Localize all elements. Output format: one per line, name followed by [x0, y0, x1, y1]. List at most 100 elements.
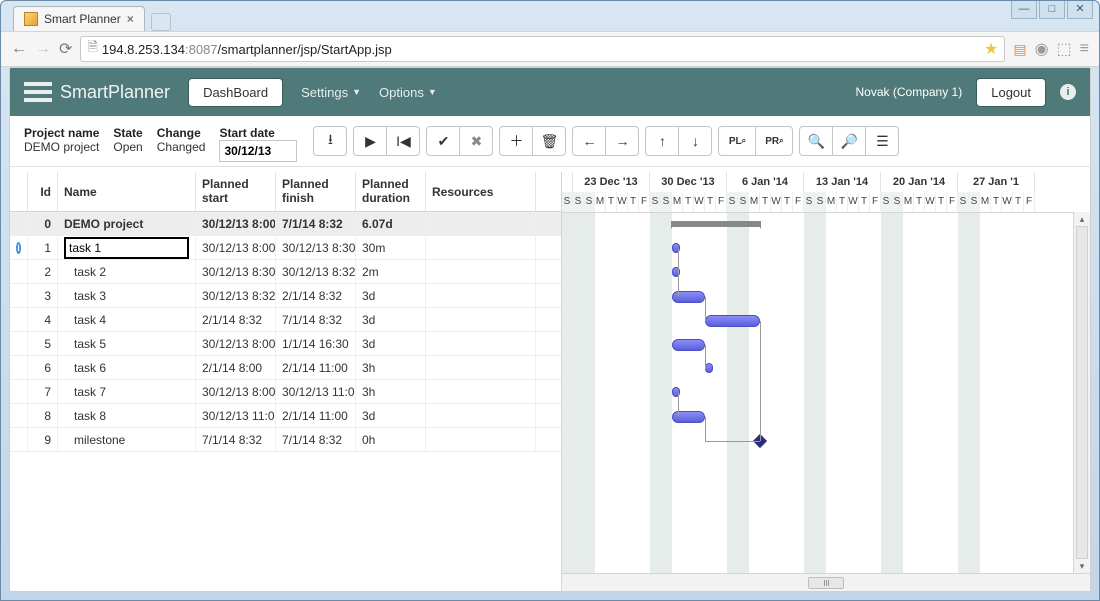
table-row[interactable]: 0DEMO project30/12/13 8:007/1/14 8:326.0… — [10, 212, 561, 236]
name-edit-input[interactable] — [64, 237, 189, 259]
cell-duration: 0h — [356, 428, 426, 451]
cell-name[interactable]: task 2 — [58, 260, 196, 283]
timeline-day-label: T — [837, 192, 848, 212]
cell-name[interactable]: task 3 — [58, 284, 196, 307]
move-down-button[interactable]: ↓ — [678, 126, 712, 156]
play-button[interactable]: ▶ — [353, 126, 387, 156]
timeline-day-label: M — [595, 192, 606, 212]
table-row[interactable]: i130/12/13 8:0030/12/13 8:3030m — [10, 236, 561, 260]
cell-id: 4 — [28, 308, 58, 331]
pl-button[interactable]: PL⌕ — [718, 126, 756, 156]
zoom-out-button[interactable]: 🔎 — [832, 126, 866, 156]
cell-id: 5 — [28, 332, 58, 355]
extension-icon-2[interactable]: ⬚ — [1057, 39, 1072, 59]
pr-label: PR — [765, 136, 779, 147]
accept-button[interactable]: ✔ — [426, 126, 460, 156]
cell-name[interactable] — [58, 236, 196, 259]
timeline-day-label: S — [804, 192, 815, 212]
gantt-row — [562, 357, 1090, 381]
delete-button[interactable]: 🗑 — [532, 126, 566, 156]
task-bar — [672, 291, 705, 303]
cell-name[interactable]: task 8 — [58, 404, 196, 427]
save-button[interactable]: ⭳ — [313, 126, 347, 156]
task-bar — [672, 339, 705, 351]
settings-menu[interactable]: Settings ▼ — [301, 85, 361, 100]
move-up-button[interactable]: ↑ — [645, 126, 679, 156]
options-menu[interactable]: Options ▼ — [379, 85, 437, 100]
chrome-menu-icon[interactable]: ≡ — [1080, 40, 1089, 58]
state-label: State — [113, 126, 142, 140]
cell-name[interactable]: task 4 — [58, 308, 196, 331]
gantt-row — [562, 261, 1090, 285]
scroll-down-icon[interactable]: ▾ — [1074, 559, 1090, 573]
nav-forward-icon: → — [35, 40, 51, 58]
rss-icon[interactable]: ▤ — [1013, 41, 1026, 58]
url-port: :8087 — [185, 42, 218, 57]
skip-back-button[interactable]: I◀ — [386, 126, 420, 156]
new-tab-button[interactable] — [151, 13, 171, 31]
zoom-in-button[interactable]: 🔍 — [799, 126, 833, 156]
dashboard-button[interactable]: DashBoard — [188, 78, 283, 107]
cell-resources — [426, 212, 536, 235]
table-row[interactable]: 4task 42/1/14 8:327/1/14 8:323d — [10, 308, 561, 332]
gantt-horizontal-scrollbar[interactable] — [562, 573, 1090, 591]
cell-id: 6 — [28, 356, 58, 379]
table-row[interactable]: 3task 330/12/13 8:322/1/14 8:323d — [10, 284, 561, 308]
col-dur-header[interactable]: Plannedduration — [356, 172, 426, 211]
logout-button[interactable]: Logout — [976, 78, 1046, 107]
fit-button[interactable]: ☰ — [865, 126, 899, 156]
cell-name[interactable]: task 7 — [58, 380, 196, 403]
project-name-label: Project name — [24, 126, 99, 140]
scroll-thumb[interactable] — [808, 577, 844, 589]
scroll-up-icon[interactable]: ▴ — [1074, 212, 1090, 226]
nav-reload-icon[interactable]: ⟳ — [59, 39, 72, 59]
cell-duration: 30m — [356, 236, 426, 259]
cell-name[interactable]: task 5 — [58, 332, 196, 355]
table-row[interactable]: 6task 62/1/14 8:002/1/14 11:003h — [10, 356, 561, 380]
cell-start: 2/1/14 8:32 — [196, 308, 276, 331]
timeline-day-label: T — [760, 192, 771, 212]
reject-button[interactable]: ✖ — [459, 126, 493, 156]
change-label: Change — [157, 126, 206, 140]
cell-name[interactable]: task 6 — [58, 356, 196, 379]
table-row[interactable]: 2task 230/12/13 8:3030/12/13 8:322m — [10, 260, 561, 284]
browser-tab[interactable]: Smart Planner × — [13, 6, 145, 31]
nav-back-icon[interactable]: ← — [11, 40, 27, 58]
table-row[interactable]: 8task 830/12/13 11:02/1/14 11:003d — [10, 404, 561, 428]
window-close-button[interactable]: ✕ — [1067, 1, 1093, 19]
window-maximize-button[interactable]: □ — [1039, 1, 1065, 19]
col-name-header[interactable]: Name — [58, 172, 196, 211]
table-row[interactable]: 5task 530/12/13 8:001/1/14 16:303d — [10, 332, 561, 356]
col-res-header[interactable]: Resources — [426, 172, 536, 211]
gantt-vertical-scrollbar[interactable]: ▴ ▾ — [1073, 212, 1090, 573]
cell-name[interactable]: DEMO project — [58, 212, 196, 235]
col-id-header[interactable]: Id — [28, 172, 58, 211]
col-start-header[interactable]: Plannedstart — [196, 172, 276, 211]
tab-close-icon[interactable]: × — [127, 12, 134, 26]
cell-duration: 2m — [356, 260, 426, 283]
timeline-day-label: S — [969, 192, 980, 212]
help-icon[interactable]: i — [1060, 84, 1076, 100]
timeline-week-label: 27 Jan '1 — [958, 172, 1035, 192]
extension-icon[interactable]: ◉ — [1035, 39, 1049, 59]
arrow-left-icon: ← — [582, 133, 596, 149]
pl-label: PL — [729, 136, 742, 147]
cell-name[interactable]: milestone — [58, 428, 196, 451]
col-finish-header[interactable]: Plannedfinish — [276, 172, 356, 211]
table-row[interactable]: 7task 730/12/13 8:0030/12/13 11:003h — [10, 380, 561, 404]
tab-favicon — [24, 12, 38, 26]
gantt-row — [562, 309, 1090, 333]
timeline-day-label: T — [705, 192, 716, 212]
add-button[interactable]: ＋ — [499, 126, 533, 156]
move-left-button[interactable]: ← — [572, 126, 606, 156]
address-bar[interactable]: 🗎 194.8.253.134:8087/smartplanner/jsp/St… — [80, 36, 1005, 62]
bookmark-star-icon[interactable]: ★ — [984, 39, 998, 59]
move-right-button[interactable]: → — [605, 126, 639, 156]
gantt-row — [562, 381, 1090, 405]
window-minimize-button[interactable]: — — [1011, 1, 1037, 19]
pr-button[interactable]: PR⌕ — [755, 126, 793, 156]
timeline-day-label: W — [925, 192, 936, 212]
table-row[interactable]: 9milestone7/1/14 8:327/1/14 8:320h — [10, 428, 561, 452]
task-bar — [705, 315, 760, 327]
startdate-input[interactable] — [219, 140, 297, 162]
